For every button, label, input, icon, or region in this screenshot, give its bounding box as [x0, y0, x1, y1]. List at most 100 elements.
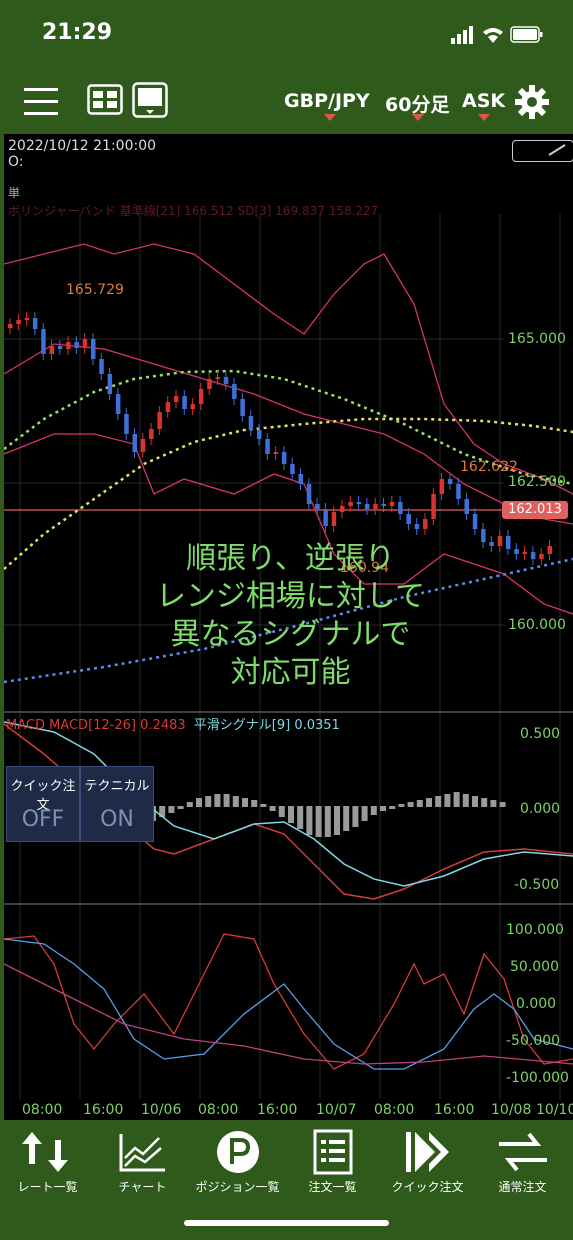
candle-body [232, 384, 237, 399]
currency-pair-selector[interactable]: GBP/JPY [284, 90, 370, 112]
macd-histogram-bar [472, 796, 478, 807]
candle-body [182, 396, 187, 409]
macd-histogram-bar [196, 798, 202, 807]
tab-label: 注文一覧 [308, 1180, 357, 1194]
tab-normal-order[interactable]: 通常注文 [475, 1120, 570, 1220]
macd-histogram-bar [260, 804, 267, 807]
order-list-icon [313, 1129, 352, 1175]
signal-value: 0.0351 [294, 718, 340, 733]
time-axis-label: 16:00 [83, 1102, 124, 1118]
macd-axis-label: -0.500 [514, 877, 560, 893]
overlay-caption-line2: レンジ相場に対して [155, 579, 426, 614]
macd-histogram-bar [297, 806, 304, 829]
candle-body [340, 506, 345, 512]
oscillator-trend-line [4, 963, 573, 1065]
tab-label: ポジション一覧 [195, 1180, 280, 1194]
candle-body [298, 474, 303, 484]
macd-histogram-bar [370, 806, 377, 815]
macd-histogram-bar [205, 796, 212, 807]
macd-histogram-bar [168, 806, 175, 813]
macd-histogram-bar [444, 794, 451, 807]
tab-position-list[interactable]: ポジション一覧 [190, 1120, 285, 1220]
candle-body [265, 439, 270, 454]
macd-histogram-bar [398, 804, 405, 807]
timeframe-caret-icon [412, 114, 424, 121]
candle-body [373, 504, 378, 509]
osc-axis-label: 50.000 [510, 959, 559, 975]
candle-body [290, 464, 295, 474]
expand-arrow-icon [548, 144, 566, 156]
timeframe-selector[interactable]: 60分足 [385, 90, 449, 117]
candle-body [24, 318, 30, 320]
chart-datetime: 2022/10/12 21:00:00 [8, 138, 157, 154]
status-bar: 21:29 [0, 0, 573, 72]
macd-histogram-bar [490, 800, 497, 807]
chart-icon [119, 1134, 165, 1172]
macd-histogram-bar [334, 806, 340, 835]
signal-title: 平滑シグナル[9] [193, 718, 291, 733]
overlay-caption-line3: 異なるシグナルで [170, 617, 411, 652]
osc-axis-label: -50.000 [506, 1033, 561, 1049]
tab-rate-list[interactable]: レート一覧 [0, 1120, 95, 1220]
candle-body [248, 416, 254, 430]
menu-icon[interactable] [24, 86, 60, 116]
macd-histogram-bar [462, 794, 469, 807]
candle-body [165, 402, 171, 412]
tab-quick-order[interactable]: クイック注文 [380, 1120, 475, 1220]
chart-expand-button[interactable] [512, 140, 573, 162]
quick-order-toggle[interactable]: クイック注文 OFF [6, 766, 80, 842]
gear-icon[interactable] [514, 84, 550, 120]
macd-histogram-bar [416, 800, 423, 807]
layout-grid-icon[interactable] [87, 84, 123, 116]
tab-chart[interactable]: チャート [95, 1120, 190, 1220]
candle-body [149, 429, 154, 439]
price-axis-label: 165.000 [508, 331, 566, 347]
osc-axis-label: 0.000 [516, 996, 557, 1012]
current-price-badge: 162.013 [502, 501, 568, 519]
candle-body [140, 439, 146, 452]
side-selector[interactable]: ASK [462, 90, 505, 112]
macd-histogram-bar [481, 798, 488, 807]
technical-state: ON [100, 807, 134, 832]
overlay-caption-line1: 順張り、逆張り [186, 541, 395, 576]
candle-body [431, 494, 436, 519]
candle-body [66, 342, 71, 349]
time-axis-label: 16:00 [434, 1102, 475, 1118]
candle-body [356, 502, 362, 504]
candle-body [124, 414, 129, 434]
chart-area[interactable]: 2022/10/12 21:00:00 O: 単 ボリンジャーバンド 基準線[2… [4, 134, 573, 1120]
tab-label: 通常注文 [498, 1180, 547, 1194]
position-icon [216, 1131, 259, 1173]
candle-body [82, 339, 88, 348]
candle-body [240, 399, 245, 416]
macd-histogram-bar [306, 806, 313, 835]
macd-histogram-bar [315, 806, 322, 837]
candle-body [323, 509, 328, 526]
candle-body [16, 320, 21, 324]
macd-histogram-bar [223, 794, 230, 807]
tab-label: クイック注文 [391, 1180, 464, 1194]
time-axis-label: 10/10 [536, 1102, 573, 1118]
candle-body [74, 342, 79, 348]
macd-histogram-bar [499, 802, 506, 807]
status-icons [451, 24, 547, 50]
ohlc-prefix: O: [8, 154, 24, 170]
time-axis-label: 16:00 [257, 1102, 298, 1118]
price-axis-label: 162.500 [508, 474, 566, 490]
macd-label: MACD MACD[12-26] 0.2483 平滑シグナル[9] 0.0351 [6, 714, 340, 733]
candle-body [414, 524, 420, 529]
technical-toggle[interactable]: テクニカル ON [80, 766, 154, 842]
candle-body [190, 404, 196, 409]
candle-body [91, 339, 96, 359]
time-axis-label: 08:00 [374, 1102, 415, 1118]
normal-order-icon [498, 1132, 547, 1172]
tab-order-list[interactable]: 注文一覧 [285, 1120, 380, 1220]
macd-histogram-bar [426, 798, 432, 807]
candle-body [8, 324, 13, 328]
yoko-quick-icon[interactable] [132, 82, 168, 118]
candle-body [207, 379, 212, 389]
candle-body [273, 452, 279, 454]
macd-title: MACD MACD[12-26] [6, 718, 136, 733]
time-axis-label: 08:00 [22, 1102, 63, 1118]
status-time: 21:29 [42, 20, 113, 45]
